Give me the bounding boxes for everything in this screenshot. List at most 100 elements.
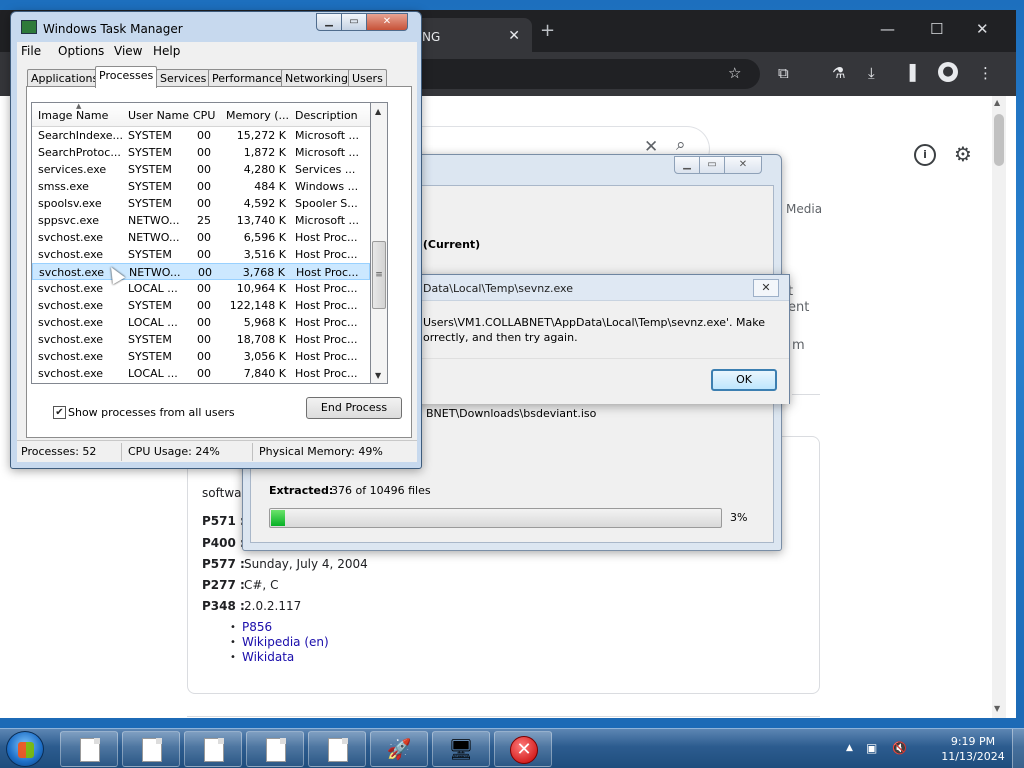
window-controls: ▁ ▭ ✕ [674, 156, 762, 175]
system-clock[interactable]: 9:19 PM 11/13/2024 [938, 734, 1008, 764]
download-icon[interactable]: ⤓ [868, 64, 875, 82]
ok-button[interactable]: OK [711, 369, 777, 391]
maximize-icon[interactable]: ☐ [930, 20, 943, 38]
extracted-value: 376 of 10496 files [331, 484, 431, 497]
tab-processes[interactable]: Processes [95, 66, 158, 88]
maximize-icon[interactable]: ▭ [699, 156, 725, 174]
tab-services[interactable]: Services [156, 69, 211, 87]
menu-file[interactable]: File [21, 44, 41, 58]
column-image-name[interactable]: Image Name [38, 109, 108, 122]
minimize-icon[interactable]: — [880, 20, 895, 38]
menu-view[interactable]: View [114, 44, 142, 58]
new-tab-icon[interactable]: + [540, 20, 555, 41]
kp-fact-value: C#, C [244, 578, 279, 592]
column-cpu[interactable]: CPU [193, 109, 215, 122]
browser-tab[interactable]: NG ✕ [410, 18, 532, 52]
cell-cpu: 00 [197, 248, 211, 261]
minimize-icon[interactable]: ▁ [674, 156, 700, 174]
cell-user-name: SYSTEM [128, 180, 172, 193]
tab-users[interactable]: Users [348, 69, 387, 87]
process-row[interactable]: SearchIndexe... SYSTEM 00 15,272 K Microsoft… [32, 127, 370, 144]
side-panel-icon[interactable]: ▐ [904, 64, 916, 82]
windows-logo-icon [18, 742, 34, 758]
close-icon[interactable]: ✕ [724, 156, 762, 174]
volume-muted-icon[interactable]: 🔇 [892, 741, 907, 755]
show-all-users-checkbox[interactable]: ✔ [53, 406, 66, 419]
minimize-icon[interactable]: ▁ [316, 13, 342, 31]
taskbar-item-document[interactable] [246, 731, 304, 767]
show-desktop-button[interactable] [1012, 729, 1024, 768]
taskbar-item-document[interactable] [308, 731, 366, 767]
column-description[interactable]: Description [295, 109, 358, 122]
process-row[interactable]: svchost.exe SYSTEM 00 18,708 K Host Proc... [32, 331, 370, 348]
process-row[interactable]: smss.exe SYSTEM 00 484 K Windows ... [32, 178, 370, 195]
scroll-up-icon[interactable]: ▲ [375, 107, 381, 116]
tab-close-icon[interactable]: ✕ [508, 28, 520, 44]
process-row[interactable]: svchost.exe LOCAL ... 00 10,964 K Host Proc.… [32, 280, 370, 297]
column-user-name[interactable]: User Name [128, 109, 189, 122]
kp-link-wikidata[interactable]: Wikidata [242, 650, 294, 664]
cell-memory: 5,968 K [243, 316, 286, 329]
process-row[interactable]: svchost.exe SYSTEM 00 3,516 K Host Proc... [32, 246, 370, 263]
taskbar-item-document[interactable] [60, 731, 118, 767]
taskbar-item-error[interactable]: ✕ [494, 731, 552, 767]
taskbar-item-task-manager[interactable]: 🖥 [432, 731, 490, 767]
taskbar-item-app[interactable]: 🚀 [370, 731, 428, 767]
network-icon[interactable]: ▣ [866, 741, 877, 755]
cell-user-name: LOCAL ... [128, 282, 178, 295]
scroll-down-icon[interactable]: ▼ [375, 371, 381, 380]
close-icon[interactable]: ✕ [976, 20, 989, 38]
tab-applications[interactable]: Applications [27, 69, 103, 87]
process-list-scrollbar[interactable]: ▲ ≡ ▼ [371, 102, 388, 384]
tab-performance[interactable]: Performance [208, 69, 286, 87]
close-icon[interactable]: ✕ [753, 279, 779, 297]
close-icon[interactable]: ✕ [366, 13, 408, 31]
tab-networking[interactable]: Networking [281, 69, 352, 87]
scroll-up-icon[interactable]: ▲ [994, 98, 1000, 107]
process-row[interactable]: svchost.exe NETWO... 00 6,596 K Host Proc... [32, 229, 370, 246]
taskbar-item-document[interactable] [122, 731, 180, 767]
progress-fill [271, 510, 285, 526]
labs-flask-icon[interactable]: ⚗ [832, 64, 845, 82]
process-row[interactable]: svchost.exe LOCAL ... 00 7,840 K Host Proc..… [32, 365, 370, 382]
tray-expand-icon[interactable]: ▲ [846, 743, 853, 753]
kp-fact-key: P400 : [202, 536, 245, 550]
page-scrollbar[interactable]: ▲ ▼ [992, 96, 1006, 718]
cell-memory: 1,872 K [243, 146, 286, 159]
maximize-icon[interactable]: ▭ [341, 13, 367, 31]
bookmark-star-icon[interactable]: ☆ [728, 64, 741, 82]
process-row[interactable]: svchost.exe SYSTEM 00 3,056 K Host Proc... [32, 348, 370, 365]
error-dialog-titlebar: Data\Local\Temp\sevnz.exe ✕ [411, 275, 789, 301]
info-icon[interactable]: i [914, 144, 936, 166]
scroll-thumb[interactable]: ≡ [372, 241, 386, 309]
menu-options[interactable]: Options [58, 44, 104, 58]
search-icon[interactable]: ⌕ [676, 135, 686, 155]
end-process-button[interactable]: End Process [306, 397, 402, 419]
process-row[interactable]: svchost.exe SYSTEM 00 122,148 K Host Proc... [32, 297, 370, 314]
menu-kebab-icon[interactable]: ⋮ [978, 64, 993, 82]
extensions-icon[interactable]: ⧉ [778, 64, 789, 82]
process-list[interactable]: Image Name ▲ User Name CPU Memory (... D… [31, 102, 371, 384]
profile-avatar-icon[interactable]: ● [938, 62, 958, 82]
scroll-thumb[interactable] [994, 114, 1004, 166]
process-row[interactable]: spoolsv.exe SYSTEM 00 4,592 K Spooler S... [32, 195, 370, 212]
process-row[interactable]: svchost.exe LOCAL ... 00 5,968 K Host Proc..… [32, 314, 370, 331]
process-row[interactable]: SearchProtoc... SYSTEM 00 1,872 K Microsoft … [32, 144, 370, 161]
process-row[interactable]: svchost.exe NETWO... 00 3,768 K Host Proc... [32, 263, 370, 280]
kp-software-label: softwar [202, 486, 247, 500]
process-row[interactable]: sppsvc.exe NETWO... 25 13,740 K Microsoft ..… [32, 212, 370, 229]
panel-tab-media[interactable]: Media [786, 202, 822, 216]
address-bar[interactable] [410, 59, 760, 89]
scroll-down-icon[interactable]: ▼ [994, 704, 1000, 713]
column-memory[interactable]: Memory (... [226, 109, 289, 122]
settings-gear-icon[interactable]: ⚙ [952, 144, 974, 166]
kp-link-wikipedia[interactable]: Wikipedia (en) [242, 635, 329, 649]
window-title: Windows Task Manager [43, 22, 183, 36]
taskbar-item-document[interactable] [184, 731, 242, 767]
kp-link-p856[interactable]: P856 [242, 620, 272, 634]
cell-cpu: 00 [197, 180, 211, 193]
start-button[interactable] [6, 731, 44, 767]
kp-fact-key: P571 : [202, 514, 245, 528]
process-row[interactable]: services.exe SYSTEM 00 4,280 K Services ... [32, 161, 370, 178]
menu-help[interactable]: Help [153, 44, 180, 58]
